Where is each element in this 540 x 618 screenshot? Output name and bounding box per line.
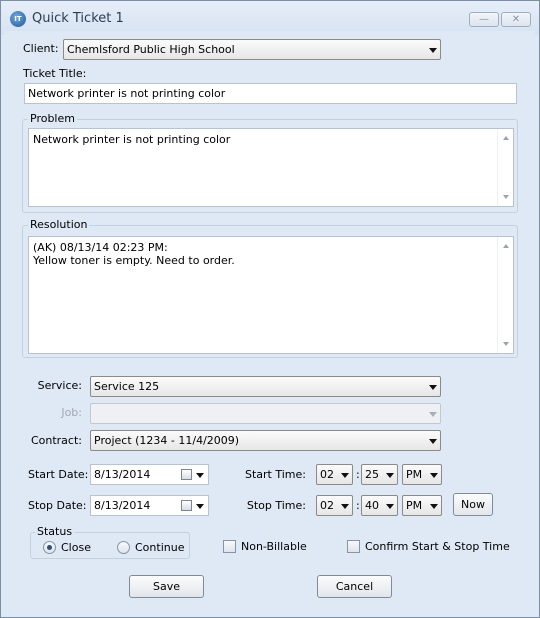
stop-date-label: Stop Date: <box>28 499 87 512</box>
start-time-label: Start Time: <box>245 468 306 481</box>
chevron-down-icon <box>386 473 394 478</box>
stop-date-picker[interactable]: 8/13/2014 <box>90 495 209 516</box>
start-hour-select[interactable]: 02 <box>316 464 353 485</box>
resolution-text: (AK) 08/13/14 02:23 PM: Yellow toner is … <box>33 241 235 267</box>
cancel-button[interactable]: Cancel <box>317 575 392 598</box>
job-select <box>90 403 441 424</box>
service-label: Service: <box>37 379 82 392</box>
stop-minute-select[interactable]: 40 <box>361 495 398 516</box>
stop-ampm-select[interactable]: PM <box>402 495 442 516</box>
stop-hour-select[interactable]: 02 <box>316 495 353 516</box>
ticket-title-label: Ticket Title: <box>23 67 87 80</box>
quick-ticket-window: IT Quick Ticket 1 — ✕ Client: Chemlsford… <box>0 0 540 618</box>
now-button[interactable]: Now <box>453 493 493 516</box>
close-button[interactable]: ✕ <box>501 12 531 27</box>
resolution-label: Resolution <box>28 218 90 231</box>
start-date-label: Start Date: <box>28 468 89 481</box>
calendar-icon[interactable] <box>181 469 192 480</box>
start-date-picker[interactable]: 8/13/2014 <box>90 464 209 485</box>
chevron-down-icon <box>386 504 394 509</box>
chevron-down-icon[interactable] <box>196 504 204 509</box>
status-label: Status <box>35 525 75 538</box>
client-label: Client: <box>23 42 59 55</box>
service-select[interactable]: Service 125 <box>90 376 441 397</box>
window-title: Quick Ticket 1 <box>32 11 124 26</box>
start-minute-select[interactable]: 25 <box>361 464 398 485</box>
app-logo-icon: IT <box>10 11 26 27</box>
time-separator: : <box>356 499 360 512</box>
client-value: Chemlsford Public High School <box>67 43 235 56</box>
problem-scrollbar[interactable] <box>497 129 513 206</box>
scroll-down-icon[interactable] <box>503 195 509 199</box>
non-billable-checkbox[interactable] <box>223 540 236 553</box>
chevron-down-icon <box>341 473 349 478</box>
contract-label: Contract: <box>30 434 82 447</box>
chevron-down-icon <box>429 48 437 53</box>
minimize-button[interactable]: — <box>469 12 499 27</box>
start-hour-value: 02 <box>320 468 334 481</box>
stop-hour-value: 02 <box>320 499 334 512</box>
chevron-down-icon <box>429 412 437 417</box>
scroll-down-icon[interactable] <box>503 342 509 346</box>
ticket-title-value: Network printer is not printing color <box>28 87 226 100</box>
status-close-radio[interactable] <box>43 541 56 554</box>
non-billable-label: Non-Billable <box>241 540 307 553</box>
scroll-up-icon[interactable] <box>503 136 509 140</box>
chevron-down-icon <box>430 504 438 509</box>
confirm-times-checkbox[interactable] <box>347 540 360 553</box>
problem-text: Network printer is not printing color <box>33 133 231 146</box>
job-label: Job: <box>61 406 82 419</box>
problem-textarea[interactable]: Network printer is not printing color <box>28 128 514 207</box>
resolution-scrollbar[interactable] <box>497 237 513 353</box>
contract-value: Project (1234 - 11/4/2009) <box>94 434 240 447</box>
start-minute-value: 25 <box>365 468 379 481</box>
chevron-down-icon <box>430 473 438 478</box>
stop-minute-value: 40 <box>365 499 379 512</box>
time-separator: : <box>356 468 360 481</box>
start-date-value: 8/13/2014 <box>94 468 151 481</box>
chevron-down-icon <box>341 504 349 509</box>
service-value: Service 125 <box>94 380 160 393</box>
stop-time-label: Stop Time: <box>246 499 306 512</box>
status-continue-radio[interactable] <box>117 541 130 554</box>
resolution-textarea[interactable]: (AK) 08/13/14 02:23 PM: Yellow toner is … <box>28 236 514 354</box>
start-ampm-value: PM <box>406 468 423 481</box>
form-content: Client: Chemlsford Public High School Ti… <box>5 31 535 614</box>
chevron-down-icon <box>429 385 437 390</box>
confirm-times-label: Confirm Start & Stop Time <box>365 540 510 553</box>
chevron-down-icon <box>429 439 437 444</box>
chevron-down-icon[interactable] <box>196 473 204 478</box>
title-bar[interactable]: IT Quick Ticket 1 — ✕ <box>1 1 539 35</box>
calendar-icon[interactable] <box>181 500 192 511</box>
problem-label: Problem <box>28 112 77 125</box>
ticket-title-input[interactable]: Network printer is not printing color <box>24 83 517 104</box>
save-button[interactable]: Save <box>129 575 204 598</box>
contract-select[interactable]: Project (1234 - 11/4/2009) <box>90 430 441 451</box>
start-ampm-select[interactable]: PM <box>402 464 442 485</box>
scroll-up-icon[interactable] <box>503 244 509 248</box>
client-select[interactable]: Chemlsford Public High School <box>63 39 441 60</box>
stop-ampm-value: PM <box>406 499 423 512</box>
status-continue-label: Continue <box>135 541 185 554</box>
status-close-label: Close <box>61 541 91 554</box>
stop-date-value: 8/13/2014 <box>94 499 151 512</box>
